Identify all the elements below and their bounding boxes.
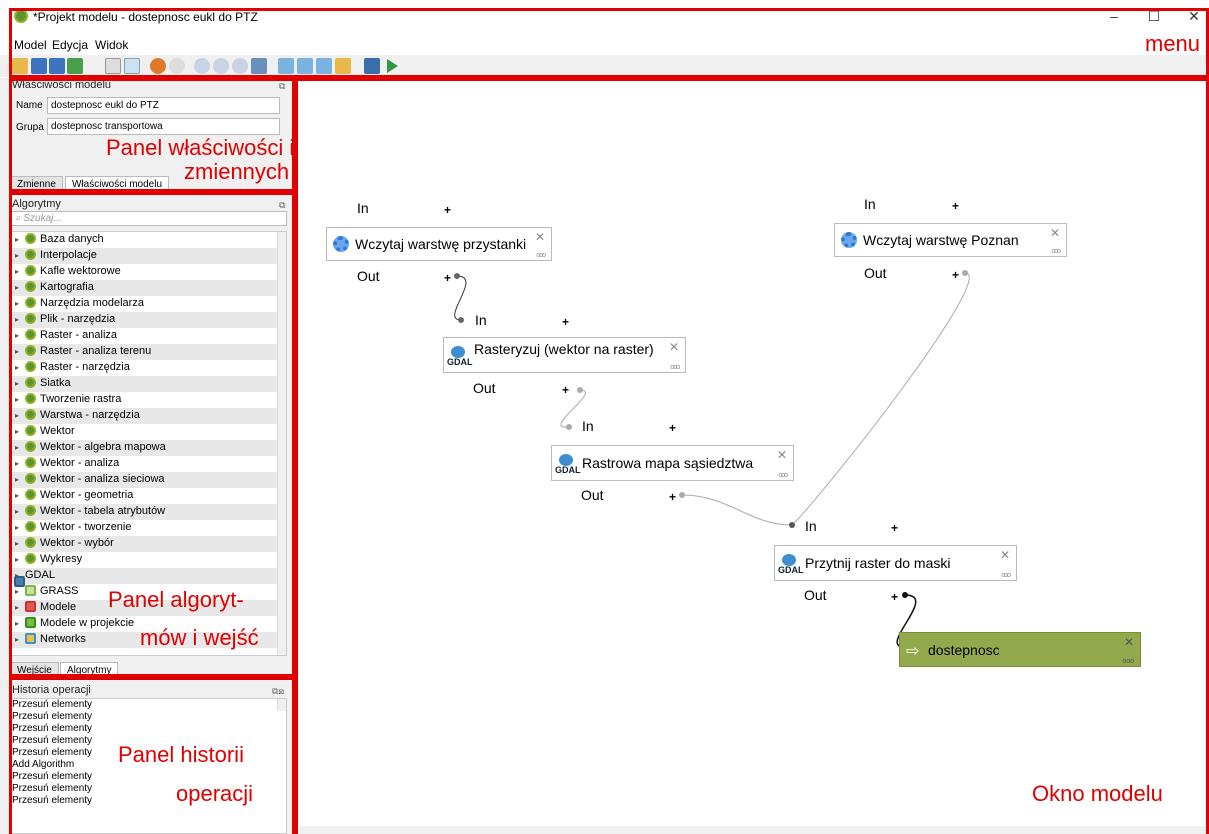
annotation-menu: menu <box>1145 31 1201 56</box>
annotation-properties-2: zmiennych <box>184 159 290 184</box>
annotation-box-menu <box>9 8 1209 78</box>
annotation-algorithms-1: Panel algoryt- <box>108 587 244 612</box>
annotation-properties-1: Panel właściwości i <box>106 135 295 160</box>
annotation-box-model-window <box>295 78 1209 834</box>
annotation-model-window: Okno modelu <box>1032 781 1163 806</box>
annotation-algorithms-2: mów i wejść <box>140 625 259 650</box>
annotation-history-1: Panel historii <box>118 742 244 767</box>
annotation-history-2: operacji <box>176 781 254 806</box>
